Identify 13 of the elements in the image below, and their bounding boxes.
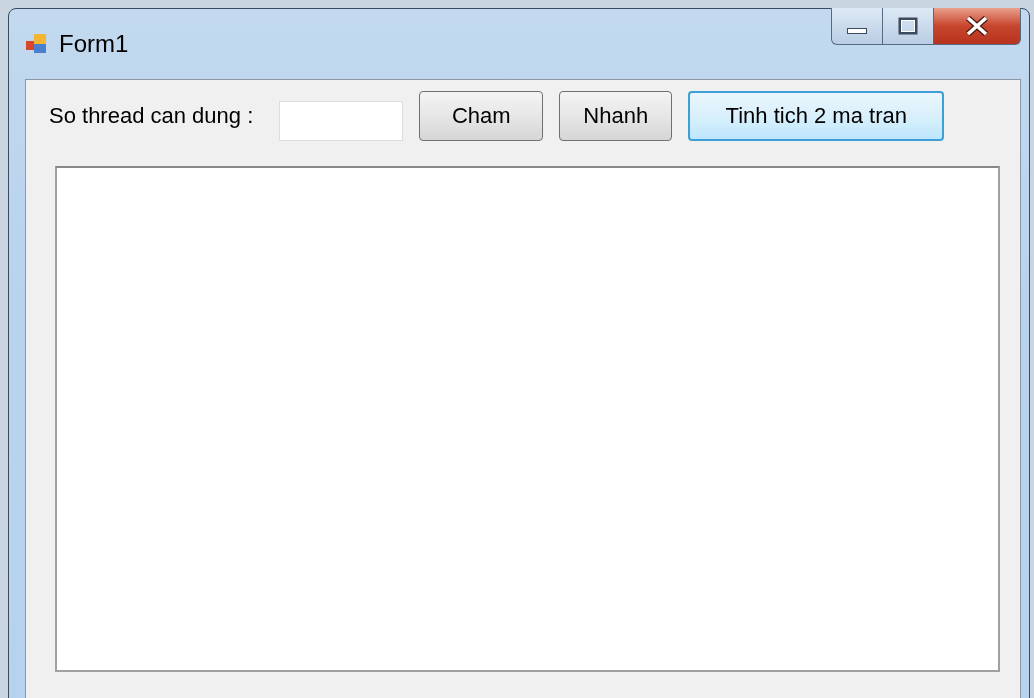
maximize-button[interactable] — [883, 8, 934, 45]
close-button[interactable] — [934, 8, 1021, 45]
action-button[interactable]: Nhanh — [559, 91, 673, 141]
minimize-button[interactable] — [831, 8, 883, 45]
window-title: Form1 — [59, 30, 129, 58]
app-icon — [25, 32, 49, 56]
minimize-icon — [847, 28, 867, 34]
action-button[interactable]: Tinh tich 2 ma tran — [688, 91, 945, 141]
field-label: So thread can dung : — [49, 103, 254, 129]
maximize-icon — [898, 17, 918, 35]
input-field[interactable] — [279, 101, 404, 141]
close-icon — [964, 16, 990, 36]
action-button[interactable]: Cham — [419, 91, 544, 141]
